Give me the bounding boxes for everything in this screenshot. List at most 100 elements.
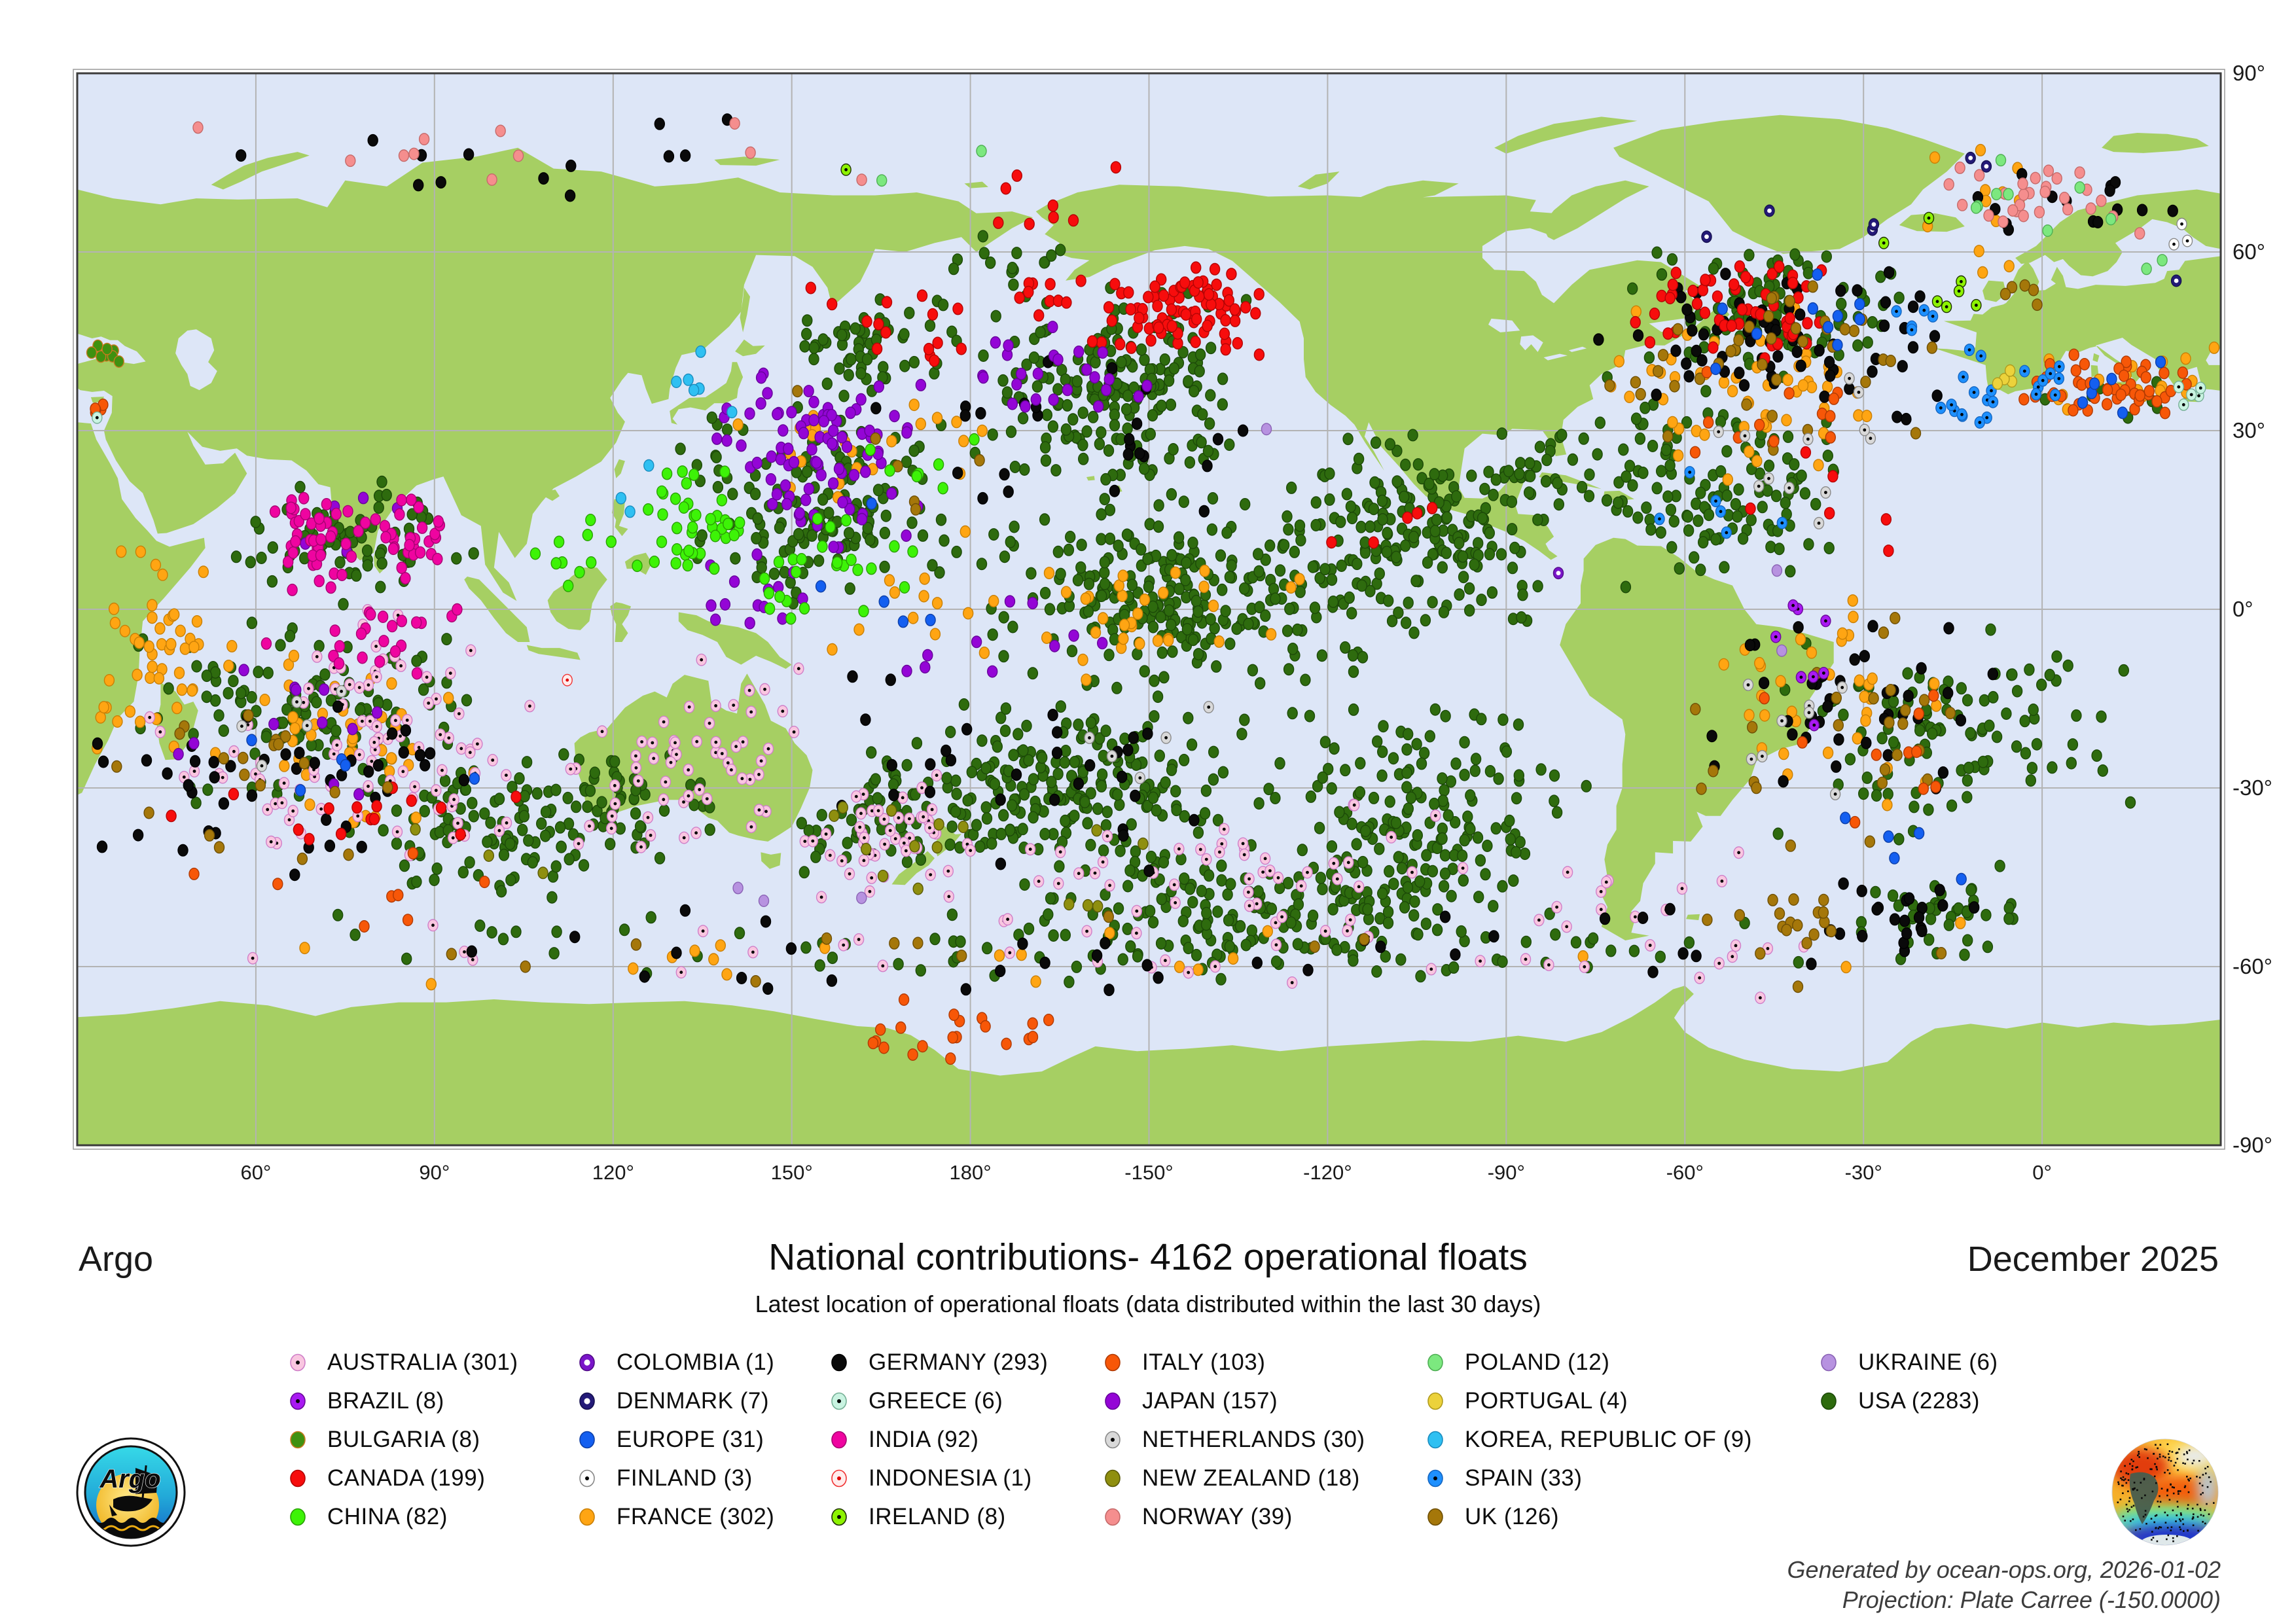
float-dot <box>1533 580 1543 592</box>
float-dot <box>1202 919 1211 931</box>
float-dot <box>1845 753 1855 765</box>
float-dot <box>1839 878 1848 889</box>
float-dot <box>999 611 1009 623</box>
float-dot <box>1145 905 1155 917</box>
float-dot-center <box>505 774 508 777</box>
float-dot <box>1365 521 1375 533</box>
float-dot <box>1318 772 1327 783</box>
float-dot <box>261 731 271 743</box>
float-dot <box>1430 526 1440 537</box>
float-dot <box>1073 719 1083 731</box>
float-dot <box>1811 499 1821 510</box>
float-dot <box>300 942 310 954</box>
float-dot <box>1180 277 1190 289</box>
float-dot <box>900 360 910 372</box>
float-dot <box>1143 581 1153 593</box>
float-dot <box>375 656 385 668</box>
float-dot <box>520 961 530 972</box>
float-dot <box>804 825 814 836</box>
float-dot <box>737 972 747 984</box>
float-marker-icon <box>577 1430 597 1450</box>
float-dot <box>1508 562 1518 574</box>
float-dot <box>1194 365 1204 377</box>
float-dot <box>945 839 955 851</box>
float-dot <box>120 625 130 637</box>
float-dot-center <box>894 837 897 840</box>
float-dot-center <box>651 741 654 745</box>
float-dot-center <box>270 840 273 844</box>
float-dot <box>1656 527 1666 539</box>
float-dot <box>930 628 940 640</box>
float-dot <box>2078 397 2088 408</box>
float-dot <box>620 924 630 936</box>
float-dot <box>913 883 923 895</box>
float-dot <box>392 838 402 849</box>
float-dot <box>766 474 776 486</box>
float-dot <box>930 933 940 945</box>
float-dot <box>158 569 168 581</box>
float-dot <box>825 521 835 533</box>
legend-label: NORWAY (39) <box>1142 1504 1293 1530</box>
float-dot <box>863 353 872 365</box>
float-dot <box>142 755 152 766</box>
float-dot <box>1441 911 1450 923</box>
float-dot <box>1098 637 1107 649</box>
float-dot <box>1687 325 1697 336</box>
float-dot <box>170 609 179 620</box>
float-dot-center <box>820 896 823 899</box>
float-dot <box>1905 893 1914 904</box>
float-marker-icon <box>1426 1353 1445 1372</box>
float-dot <box>1752 455 1762 467</box>
float-dot-center <box>803 840 806 843</box>
float-dot <box>378 825 388 836</box>
float-dot <box>1336 560 1346 572</box>
float-dot <box>1115 799 1124 811</box>
float-dot <box>1838 628 1848 639</box>
float-dot <box>1124 434 1134 446</box>
float-dot <box>859 605 869 617</box>
float-dot <box>791 566 801 578</box>
float-dot-center <box>1243 853 1246 857</box>
float-dot <box>1401 617 1411 629</box>
float-dot <box>886 674 895 686</box>
float-dot <box>1241 302 1251 313</box>
float-dot <box>377 558 387 569</box>
float-dot-center <box>610 827 613 830</box>
float-dot-center <box>1658 518 1661 521</box>
float-dot-center <box>862 793 865 796</box>
float-dot <box>519 810 529 822</box>
float-dot <box>804 385 814 397</box>
float-dot <box>706 600 716 612</box>
float-dot <box>1491 474 1501 486</box>
float-dot <box>605 838 615 850</box>
float-dot <box>1254 798 1264 810</box>
float-dot <box>948 1032 958 1044</box>
float-dot <box>406 795 416 807</box>
float-dot <box>680 905 690 917</box>
float-dot <box>795 508 804 520</box>
float-dot <box>813 513 823 525</box>
float-dot <box>1361 825 1371 837</box>
float-dot <box>247 790 257 802</box>
float-dot <box>2106 213 2116 225</box>
float-dot <box>1352 558 1362 570</box>
float-dot <box>631 939 641 951</box>
float-dot <box>1636 389 1645 401</box>
float-dot <box>1340 764 1350 776</box>
float-dot <box>1166 489 1176 501</box>
float-dot <box>902 759 912 771</box>
float-dot <box>1740 380 1749 391</box>
float-dot <box>1146 334 1156 346</box>
float-dot <box>175 728 185 740</box>
float-dot <box>918 1041 927 1052</box>
float-dot-center <box>1306 871 1309 874</box>
float-dot <box>1310 941 1319 953</box>
float-dot <box>1295 573 1304 585</box>
float-dot-center <box>2180 223 2183 226</box>
float-dot <box>442 633 452 645</box>
float-dot <box>412 616 422 628</box>
float-dot <box>1216 550 1226 562</box>
float-dot <box>1052 726 1062 738</box>
float-dot-center <box>870 876 873 880</box>
float-dot <box>410 824 420 836</box>
